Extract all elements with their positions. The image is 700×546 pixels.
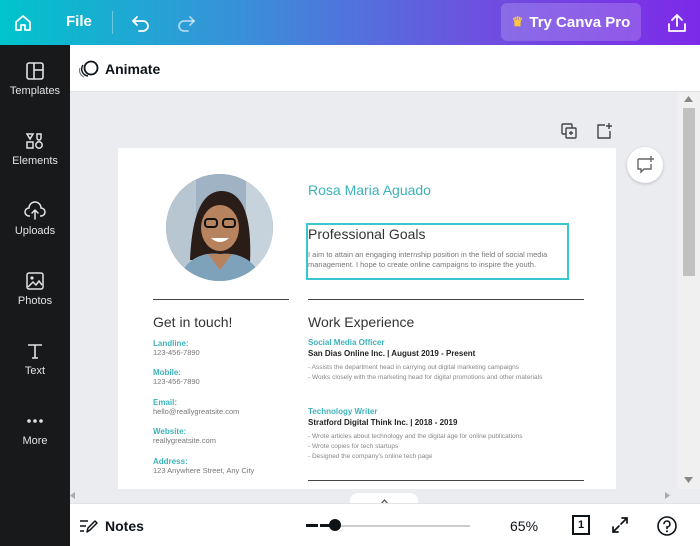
undo-icon[interactable] [126,8,156,38]
sidebar-item-label: Uploads [14,225,56,237]
job-title[interactable]: Technology Writer [308,407,378,416]
home-icon[interactable] [8,8,38,38]
job-company[interactable]: San Dias Online Inc. | August 2019 - Pre… [308,349,475,358]
contact-label[interactable]: Website: [153,427,186,436]
scroll-left-icon[interactable] [70,492,75,499]
zoom-slider-handle[interactable] [329,519,341,531]
sidebar-item-label: More [22,435,48,447]
contact-label[interactable]: Email: [153,398,177,407]
divider [308,480,584,481]
scroll-down-icon[interactable] [684,477,693,483]
uploads-icon [24,201,46,220]
job-company[interactable]: Stratford Digital Think Inc. | 2018 - 20… [308,418,457,427]
help-icon[interactable] [656,515,678,537]
file-menu[interactable]: File [66,13,92,30]
photos-icon [26,272,44,290]
job-title[interactable]: Social Media Officer [308,338,384,347]
experience-heading[interactable]: Work Experience [308,314,414,330]
scrollbar-thumb[interactable] [683,108,695,276]
scroll-right-icon[interactable] [665,492,670,499]
design-canvas: Rosa Maria Aguado Professional Goals I a… [70,92,677,489]
divider [112,11,113,34]
fullscreen-icon[interactable] [610,515,630,535]
resume-page[interactable]: Rosa Maria Aguado Professional Goals I a… [118,148,616,489]
try-canva-pro-button[interactable]: ♛ Try Canva Pro [501,3,641,41]
contact-value[interactable]: reallygreatsite.com [153,436,216,445]
sidebar-item-label: Photos [17,295,53,307]
zoom-level[interactable]: 65% [510,518,538,534]
contact-label[interactable]: Mobile: [153,368,181,377]
zoom-slider[interactable] [320,525,470,527]
resume-name[interactable]: Rosa Maria Aguado [308,182,431,198]
goals-heading[interactable]: Professional Goals [308,226,426,242]
job-bullets[interactable]: - Wrote articles about technology and th… [308,432,570,462]
divider [153,299,289,300]
animate-icon[interactable] [78,59,100,79]
sidebar-item-label: Text [24,365,46,377]
profile-photo[interactable] [166,174,273,281]
elements-icon [25,133,43,149]
text-icon [28,344,42,359]
vertical-scrollbar[interactable] [677,92,700,489]
comment-plus-icon [637,156,654,174]
top-bar: File ♛ Try Canva Pro [0,0,700,45]
share-icon[interactable] [662,8,692,38]
sidebar-item-more[interactable]: More [0,411,70,471]
contact-value[interactable]: 123 Anywhere Street, Any City [153,466,254,475]
notes-button[interactable]: Notes [105,518,144,534]
divider [308,299,584,300]
contact-heading[interactable]: Get in touch! [153,314,232,330]
page-count-button[interactable]: 1 [572,515,590,535]
left-sidebar: Templates Elements Uploads Photos Text M… [0,45,70,546]
contact-label[interactable]: Landline: [153,339,189,348]
crown-icon: ♛ [511,14,524,29]
editor-toolbar: Animate [70,45,700,92]
templates-icon [26,62,44,80]
contact-value[interactable]: 123-456-7890 [153,377,200,386]
try-pro-label: Try Canva Pro [529,13,631,31]
bottom-bar: Notes 65% 1 [70,503,700,546]
contact-value[interactable]: hello@reallygreatsite.com [153,407,239,416]
contact-value[interactable]: 123-456-7890 [153,348,200,357]
sidebar-item-uploads[interactable]: Uploads [0,201,70,261]
notes-icon[interactable] [78,517,98,535]
sidebar-item-photos[interactable]: Photos [0,271,70,331]
scroll-up-icon[interactable] [684,96,693,102]
sidebar-item-text[interactable]: Text [0,341,70,401]
zoom-out-button[interactable] [306,524,318,527]
duplicate-page-icon[interactable] [560,122,578,140]
add-page-icon[interactable] [595,122,613,140]
sidebar-item-elements[interactable]: Elements [0,131,70,191]
animate-button[interactable]: Animate [105,61,160,77]
contact-label[interactable]: Address: [153,457,188,466]
redo-icon[interactable] [171,8,201,38]
sidebar-item-label: Templates [9,85,61,97]
goals-text[interactable]: I aim to attain an engaging internship p… [308,250,566,270]
more-icon [27,419,43,423]
sidebar-item-label: Elements [12,155,58,167]
job-bullets[interactable]: - Assists the department head in carryin… [308,363,570,383]
sidebar-item-templates[interactable]: Templates [0,61,70,121]
add-comment-button[interactable] [627,147,663,183]
